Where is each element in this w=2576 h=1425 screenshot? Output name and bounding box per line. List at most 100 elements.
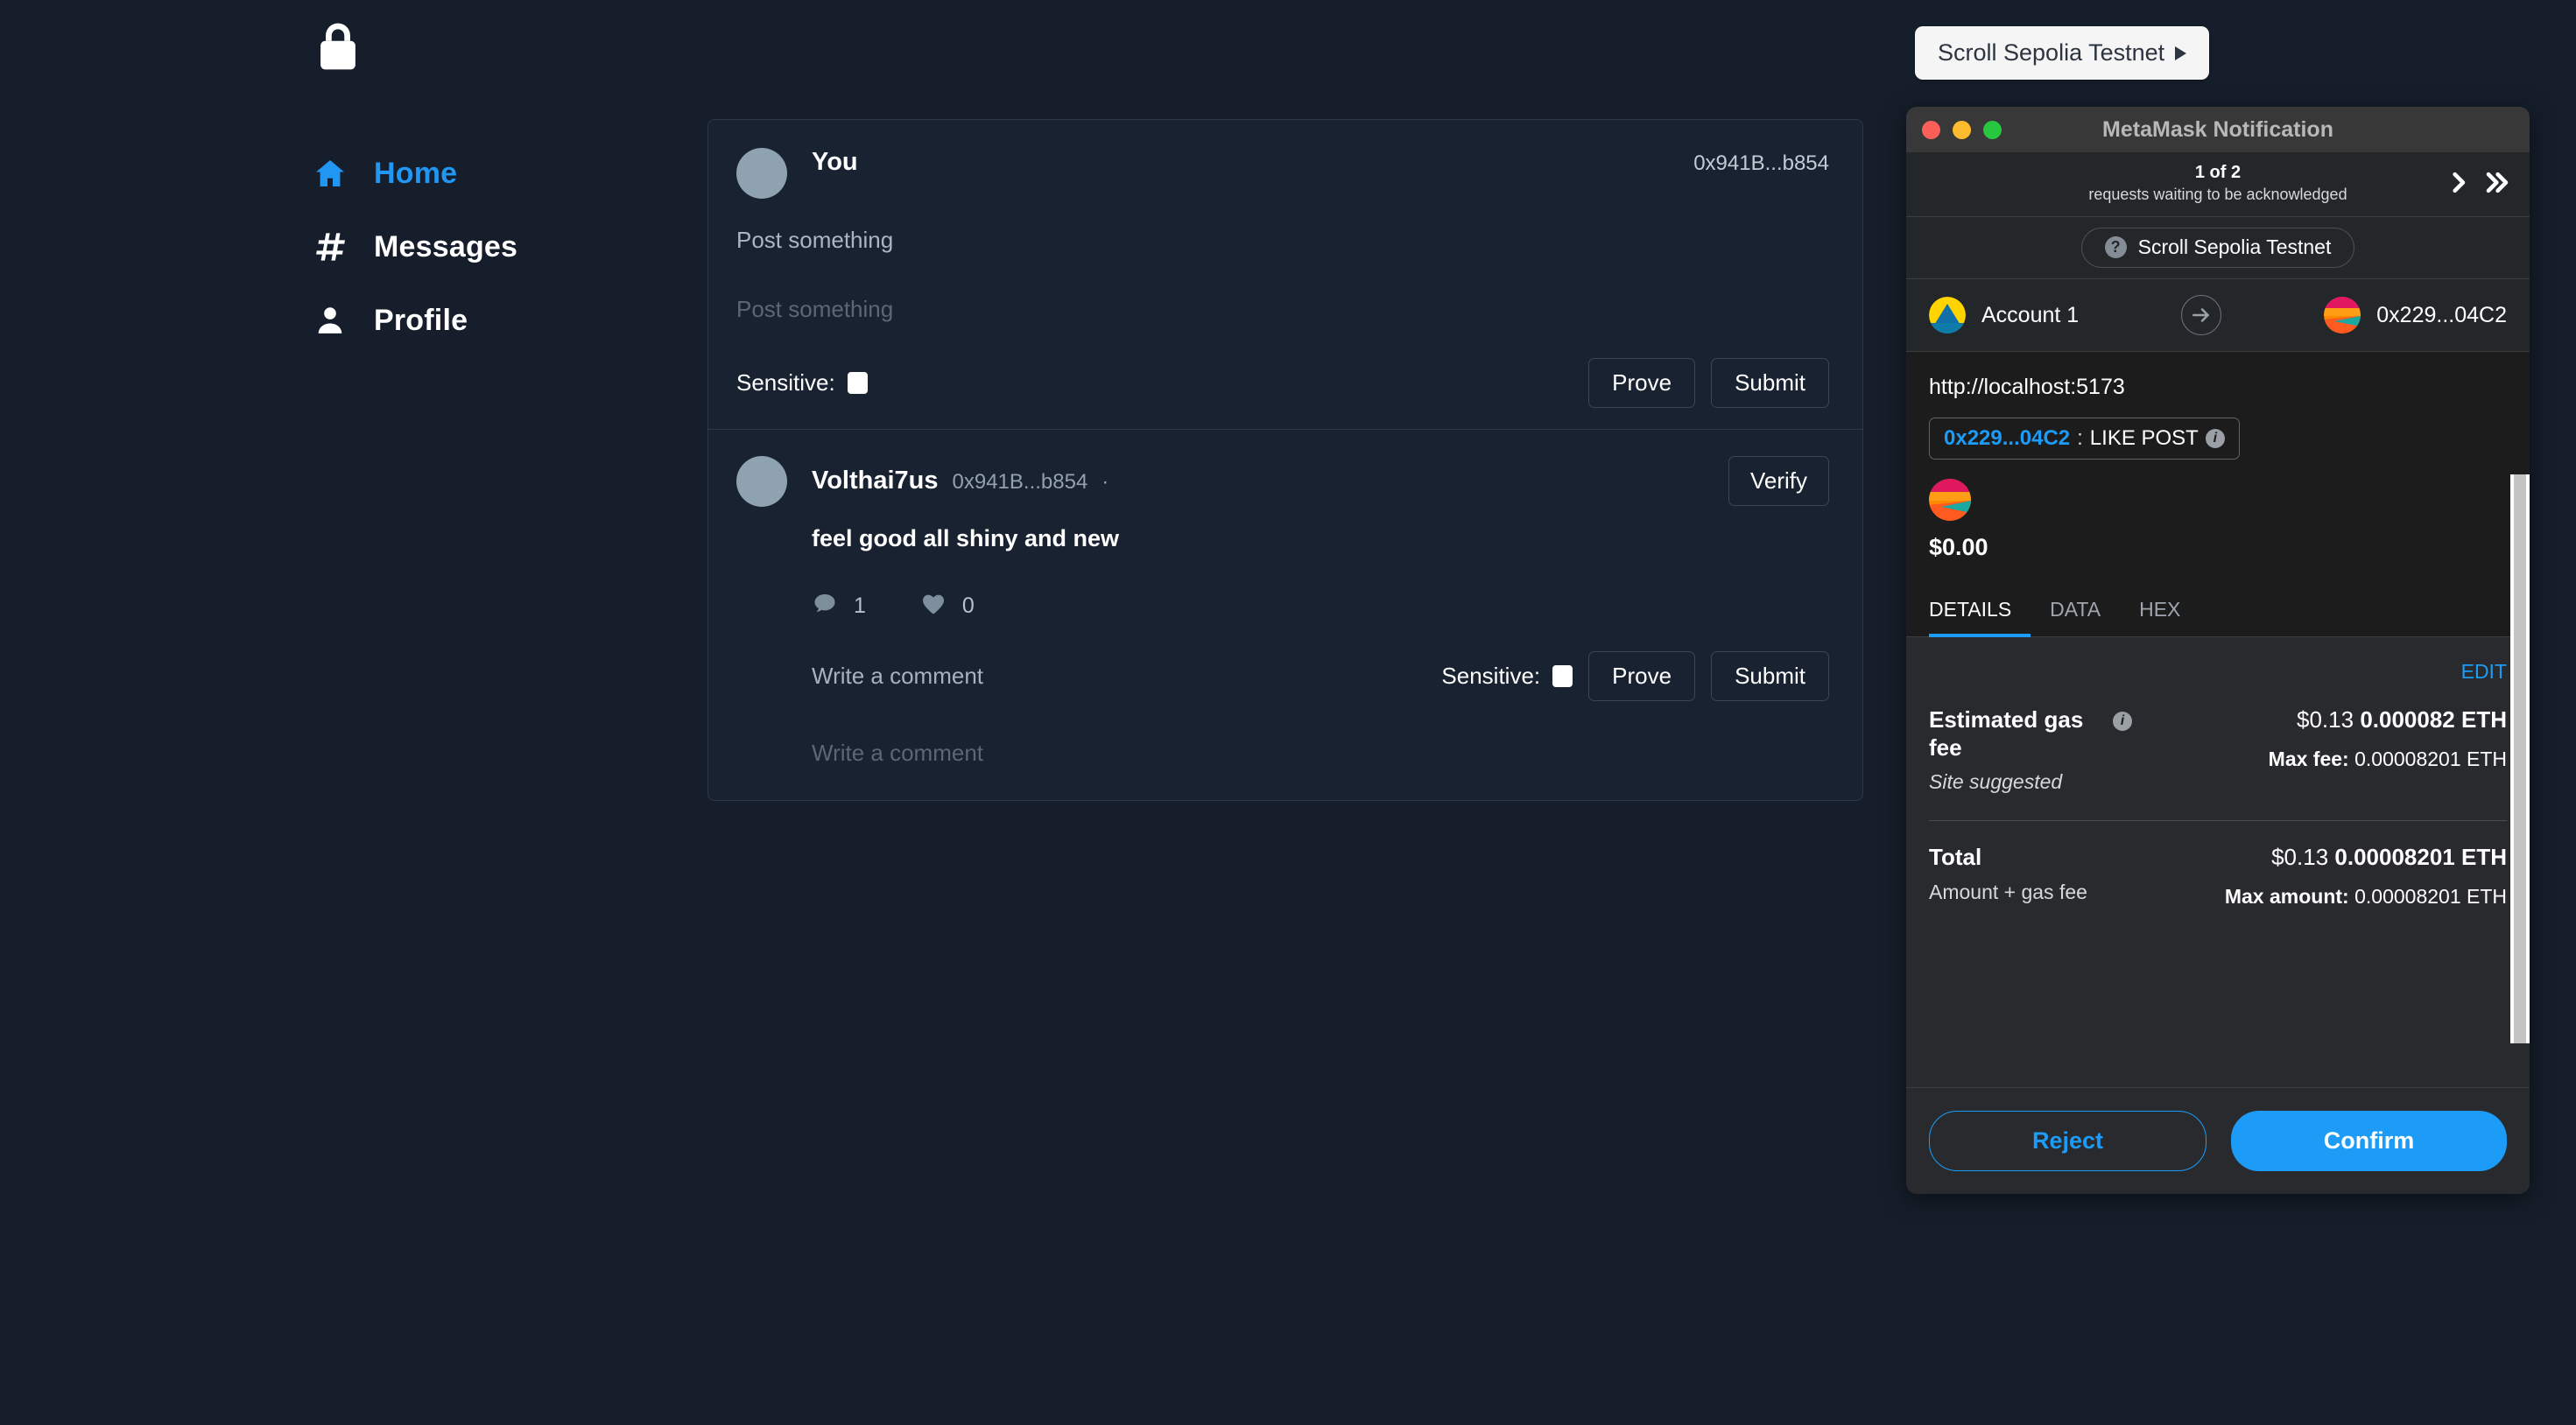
gas-fee-eth: 0.000082 ETH	[2360, 706, 2507, 733]
window-titlebar: MetaMask Notification	[1906, 107, 2530, 152]
chip-separator: :	[2077, 426, 2083, 450]
total-title: Total	[1929, 844, 1982, 871]
composer-card: You 0x941B...b854 Post something Post so…	[707, 119, 1863, 430]
sidebar-item-home[interactable]: Home	[311, 154, 457, 193]
composer-author: You	[812, 148, 858, 176]
account-identicon	[1929, 297, 1966, 333]
total-amount: $0.13 0.00008201 ETH	[2225, 844, 2507, 871]
chevron-right-icon[interactable]	[2446, 169, 2472, 200]
network-chip-label: Scroll Sepolia Testnet	[2137, 235, 2332, 258]
contract-identicon	[1929, 479, 1971, 521]
question-mark-icon: ?	[2104, 236, 2127, 258]
comment-input[interactable]: Write a comment	[812, 740, 1829, 767]
prove-button[interactable]: Prove	[1588, 358, 1696, 408]
from-account-name[interactable]: Account 1	[1981, 303, 2079, 328]
metamask-notification-window: MetaMask Notification 1 of 2 requests wa…	[1906, 107, 2530, 1194]
sidebar-item-label: Home	[374, 156, 458, 190]
network-selector-pill[interactable]: Scroll Sepolia Testnet	[1915, 26, 2210, 80]
composer-header: You 0x941B...b854	[736, 148, 1829, 199]
composer-address: 0x941B...b854	[1693, 151, 1829, 175]
gas-max-fee-label: Max fee:	[2268, 748, 2349, 770]
lock-icon	[311, 19, 365, 74]
request-count: 1 of 2	[2194, 163, 2242, 182]
total-max-amount: Max amount: 0.00008201 ETH	[2225, 885, 2507, 909]
avatar	[736, 148, 787, 199]
confirmation-footer: Reject Confirm	[1906, 1087, 2530, 1194]
total-subtitle: Amount + gas fee	[1929, 881, 2087, 904]
gas-max-fee: Max fee: 0.00008201 ETH	[2269, 748, 2507, 771]
transaction-tabs: DETAILS DATA HEX	[1906, 584, 2530, 637]
post-author[interactable]: Volthai7us	[812, 467, 939, 495]
verify-button[interactable]: Verify	[1728, 456, 1829, 506]
request-navigation	[2446, 169, 2510, 200]
gas-fee-subtitle: Site suggested	[1929, 770, 2063, 794]
comment-icon	[812, 591, 838, 621]
gas-fee-title: Estimated gas fee	[1929, 706, 2084, 761]
reject-button[interactable]: Reject	[1929, 1111, 2206, 1171]
avatar	[736, 456, 787, 507]
total-row: Total Amount + gas fee $0.13 0.00008201 …	[1929, 844, 2507, 909]
submit-button[interactable]: Submit	[1711, 358, 1829, 408]
prove-button[interactable]: Prove	[1588, 651, 1696, 701]
composer-input[interactable]: Post something	[736, 296, 1829, 323]
gas-fee-amount: $0.13 0.000082 ETH	[2269, 706, 2507, 734]
contract-identicon	[2324, 297, 2361, 333]
network-row: ? Scroll Sepolia Testnet	[1906, 217, 2530, 279]
comment-value[interactable]: Write a comment	[812, 663, 983, 690]
sidebar-item-profile[interactable]: Profile	[311, 301, 468, 340]
sensitive-label: Sensitive:	[736, 369, 835, 396]
comment-count: 1	[854, 593, 866, 618]
transaction-origin: http://localhost:5173	[1929, 375, 2125, 399]
composer-value[interactable]: Post something	[736, 227, 1829, 254]
sidebar-nav: Home Messages Profile	[311, 154, 700, 340]
like-stat[interactable]: 0	[920, 591, 975, 621]
sidebar-item-label: Profile	[374, 303, 468, 337]
edit-gas-button[interactable]: EDIT	[1929, 653, 2507, 684]
sidebar-item-label: Messages	[374, 229, 518, 263]
method-name: LIKE POST	[2089, 426, 2199, 450]
post-separator: ·	[1101, 470, 1109, 494]
to-account-address[interactable]: 0x229...04C2	[2376, 303, 2507, 328]
sensitive-group: Sensitive:	[736, 369, 868, 397]
post-card: Volthai7us 0x941B...b854 · Verify feel g…	[707, 430, 1863, 801]
total-fiat: $0.13	[2271, 844, 2329, 871]
request-counter-bar: 1 of 2 requests waiting to be acknowledg…	[1906, 152, 2530, 217]
tab-details[interactable]: DETAILS	[1929, 584, 2031, 637]
hash-icon	[311, 228, 349, 266]
tab-hex[interactable]: HEX	[2120, 584, 2199, 637]
total-max-label: Max amount:	[2224, 885, 2349, 909]
chevron-double-right-icon[interactable]	[2484, 169, 2510, 200]
sidebar: Home Messages Profile	[0, 0, 700, 1425]
info-icon[interactable]: i	[2205, 429, 2225, 448]
comment-actions: Write a comment Sensitive: Prove Submit	[812, 651, 1829, 701]
amount-block: $0.00	[1929, 479, 2507, 561]
composer-actions: Sensitive: Prove Submit	[736, 358, 1829, 408]
tab-data[interactable]: DATA	[2031, 584, 2120, 637]
comment-stat[interactable]: 1	[812, 591, 866, 621]
person-icon	[311, 301, 349, 340]
details-divider	[1929, 820, 2507, 822]
sidebar-item-messages[interactable]: Messages	[311, 228, 517, 266]
confirm-button[interactable]: Confirm	[2231, 1111, 2507, 1171]
submit-button[interactable]: Submit	[1711, 651, 1829, 701]
total-max-value: 0.00008201 ETH	[2354, 885, 2507, 909]
network-chip[interactable]: ? Scroll Sepolia Testnet	[2080, 228, 2355, 268]
sensitive-group: Sensitive:	[1441, 663, 1573, 690]
sensitive-checkbox[interactable]	[847, 372, 868, 394]
info-icon[interactable]: i	[2113, 712, 2132, 731]
request-subtitle: requests waiting to be acknowledged	[2088, 186, 2347, 203]
amount-usd: $0.00	[1929, 534, 1988, 560]
total-eth: 0.00008201 ETH	[2334, 844, 2507, 871]
gas-fee-fiat: $0.13	[2297, 706, 2354, 733]
gas-fee-row: Estimated gas fee Site suggested i $0.13…	[1929, 706, 2507, 794]
post-address: 0x941B...b854	[952, 470, 1088, 494]
post-header: Volthai7us 0x941B...b854 · Verify feel g…	[736, 456, 1829, 552]
arrow-right-icon	[2181, 295, 2222, 335]
transaction-method-chip[interactable]: 0x229...04C2 : LIKE POST i	[1929, 418, 2240, 460]
home-icon	[311, 154, 349, 193]
play-triangle-icon	[2175, 46, 2187, 60]
sensitive-label: Sensitive:	[1441, 663, 1541, 689]
sensitive-checkbox[interactable]	[1552, 665, 1573, 687]
scrollbar[interactable]	[2510, 474, 2530, 1043]
window-title: MetaMask Notification	[2102, 116, 2333, 142]
